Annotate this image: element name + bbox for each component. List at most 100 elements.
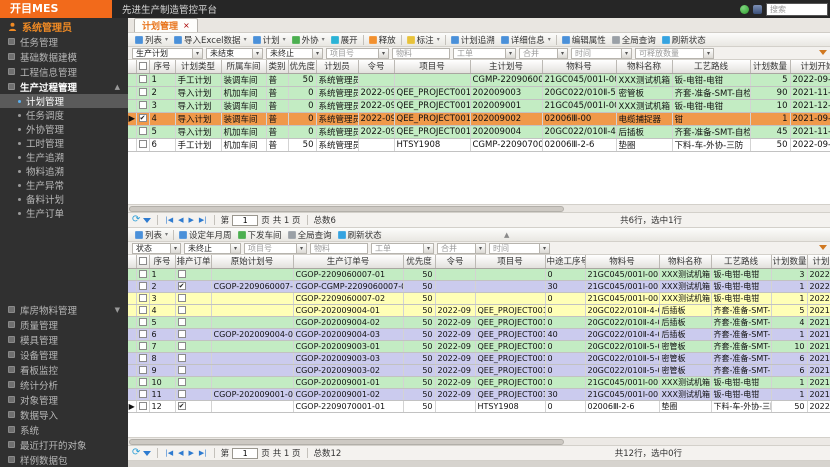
table-row[interactable]: 1手工计划装调车间普50系统管理员CGMP-220906000721GC045/…: [128, 73, 830, 86]
refresh-icon[interactable]: ⟳: [132, 448, 140, 458]
table-row[interactable]: 6CGOP-202009004-02CGOP-202009004-0350202…: [128, 328, 830, 340]
column-header-排产订单[interactable]: 排产订单: [175, 255, 211, 268]
sidebar-item-任务调度[interactable]: 任务调度: [0, 108, 128, 122]
sidebar-item-工程信息管理[interactable]: 工程信息管理: [0, 64, 128, 79]
column-header-物料号[interactable]: 物料号: [585, 255, 659, 268]
row-select-cell[interactable]: [136, 99, 149, 112]
prod-order-cell[interactable]: [175, 304, 211, 316]
filter-value[interactable]: 状态: [132, 243, 170, 254]
row-select-checkbox[interactable]: [139, 88, 147, 96]
filter-value[interactable]: 合并: [519, 48, 557, 59]
prod-order-cell[interactable]: [175, 292, 211, 304]
prod-order-cell[interactable]: [175, 268, 211, 280]
toolbar-button-设定年月周[interactable]: 设定年月周: [176, 228, 235, 241]
toolbar-button-全局查询[interactable]: 全局查询: [285, 228, 335, 241]
sidebar-item-工时管理[interactable]: 工时管理: [0, 136, 128, 150]
column-header-类别[interactable]: 类别: [266, 60, 288, 73]
chevron-down-icon[interactable]: ▾: [621, 48, 632, 59]
pager-filter-icon[interactable]: [143, 451, 151, 456]
column-header-物料名称[interactable]: 物料名称: [659, 255, 711, 268]
prod-order-checkbox[interactable]: [178, 330, 186, 338]
column-header-主计划号[interactable]: 主计划号: [470, 60, 542, 73]
chevron-up-icon[interactable]: ▲: [115, 83, 120, 91]
table-row[interactable]: 10CGOP-202009001-01502022-09QEE_PROJECT0…: [128, 376, 830, 388]
row-select-cell[interactable]: [136, 388, 149, 400]
prod-order-checkbox[interactable]: ✔: [178, 402, 186, 410]
sidebar-item-数据导入[interactable]: 数据导入: [0, 407, 128, 422]
toolbar-button-刷新状态[interactable]: 刷新状态: [659, 33, 709, 46]
column-header-原始计划号[interactable]: 原始计划号: [211, 255, 293, 268]
sidebar-item-模具管理[interactable]: 模具管理: [0, 332, 128, 347]
column-header-项目号[interactable]: 项目号: [475, 255, 545, 268]
prod-order-cell[interactable]: [175, 388, 211, 400]
page-number-input[interactable]: [232, 448, 258, 459]
chevron-down-icon[interactable]: ▾: [170, 243, 181, 254]
prod-order-checkbox[interactable]: [178, 354, 186, 362]
row-select-checkbox[interactable]: [139, 318, 147, 326]
chevron-down-icon[interactable]: ▾: [475, 243, 486, 254]
row-select-checkbox[interactable]: [139, 127, 147, 135]
table-row[interactable]: 7CGOP-202009003-01502022-09QEE_PROJECT00…: [128, 340, 830, 352]
row-select-cell[interactable]: [136, 86, 149, 99]
filter-value[interactable]: 物料: [310, 243, 368, 254]
toolbar-button-全局查询[interactable]: 全局查询: [609, 33, 659, 46]
toolbar-button-列表[interactable]: 列表▾: [132, 33, 171, 46]
prod-order-cell[interactable]: ✔: [175, 400, 211, 412]
column-header-令号[interactable]: 令号: [435, 255, 475, 268]
column-header-计划数量[interactable]: 计划数量: [750, 60, 790, 73]
column-header-计划开始时间[interactable]: 计划开始时间: [807, 255, 830, 268]
sidebar-item-统计分析[interactable]: 统计分析: [0, 377, 128, 392]
filter-value[interactable]: 生产计划: [132, 48, 192, 59]
table-row[interactable]: 1CGOP-2209060007-0150021GC045/001I-00XXX…: [128, 268, 830, 280]
sidebar-item-生产订单[interactable]: 生产订单: [0, 206, 128, 220]
chevron-down-icon[interactable]: ▾: [539, 243, 550, 254]
chevron-down-icon[interactable]: ▾: [505, 48, 516, 59]
chevron-down-icon[interactable]: ▾: [283, 36, 286, 43]
row-select-checkbox[interactable]: [139, 75, 147, 83]
sidebar-item-计划管理[interactable]: 计划管理: [0, 94, 128, 108]
prod-order-checkbox[interactable]: [178, 318, 186, 326]
row-select-cell[interactable]: [136, 316, 149, 328]
row-select-cell[interactable]: [136, 376, 149, 388]
prod-order-cell[interactable]: ✔: [175, 280, 211, 292]
filter-value[interactable]: 工单: [453, 48, 505, 59]
row-select-checkbox[interactable]: [139, 330, 147, 338]
sidebar-item-系统[interactable]: 系统: [0, 422, 128, 437]
chevron-down-icon[interactable]: ▾: [312, 48, 323, 59]
prod-order-checkbox[interactable]: [178, 390, 186, 398]
page-number-input[interactable]: [232, 215, 258, 226]
row-select-checkbox[interactable]: [139, 270, 147, 278]
table-row[interactable]: 11CGOP-202009001-01CGOP-202009001-025020…: [128, 388, 830, 400]
filter-value[interactable]: 未终止: [266, 48, 312, 59]
column-header-工艺路线[interactable]: 工艺路线: [711, 255, 771, 268]
sidebar-item-质量管理[interactable]: 质量管理: [0, 317, 128, 332]
order-grid-hscroll-thumb[interactable]: [129, 439, 564, 445]
row-select-cell[interactable]: [136, 352, 149, 364]
sidebar-item-对象管理[interactable]: 对象管理: [0, 392, 128, 407]
filter-value[interactable]: 项目号: [244, 243, 296, 254]
toolbar-button-详细信息[interactable]: 详细信息▾: [498, 33, 554, 46]
toolbar-button-刷新状态[interactable]: 刷新状态: [335, 228, 385, 241]
toolbar-button-编辑属性[interactable]: 编辑属性: [559, 33, 609, 46]
column-header-令号[interactable]: 令号: [358, 60, 394, 73]
table-row[interactable]: 2✔CGOP-2209060007-02CGOP-CGMP-2209060007…: [128, 280, 830, 292]
next-page-button[interactable]: ▶: [188, 449, 195, 457]
prod-order-cell[interactable]: [175, 328, 211, 340]
column-header-物料号[interactable]: 物料号: [542, 60, 616, 73]
column-header-所属车间[interactable]: 所属车间: [221, 60, 266, 73]
status-online-icon[interactable]: [740, 5, 749, 14]
column-header-物料名称[interactable]: 物料名称: [616, 60, 672, 73]
row-select-checkbox[interactable]: [139, 390, 147, 398]
filter-value[interactable]: 工单: [371, 243, 423, 254]
search-input[interactable]: [766, 3, 828, 16]
sidebar-item-生产异常[interactable]: 生产异常: [0, 178, 128, 192]
toolbar-button-下发车间[interactable]: 下发车间: [235, 228, 285, 241]
prod-order-checkbox[interactable]: [178, 306, 186, 314]
chevron-down-icon[interactable]: ▾: [322, 36, 325, 43]
chevron-down-icon[interactable]: ▾: [378, 48, 389, 59]
column-header-项目号[interactable]: 项目号: [394, 60, 470, 73]
row-select-checkbox[interactable]: [139, 366, 147, 374]
prod-order-cell[interactable]: [175, 376, 211, 388]
prod-order-cell[interactable]: [175, 364, 211, 376]
chevron-down-icon[interactable]: ▾: [244, 36, 247, 43]
